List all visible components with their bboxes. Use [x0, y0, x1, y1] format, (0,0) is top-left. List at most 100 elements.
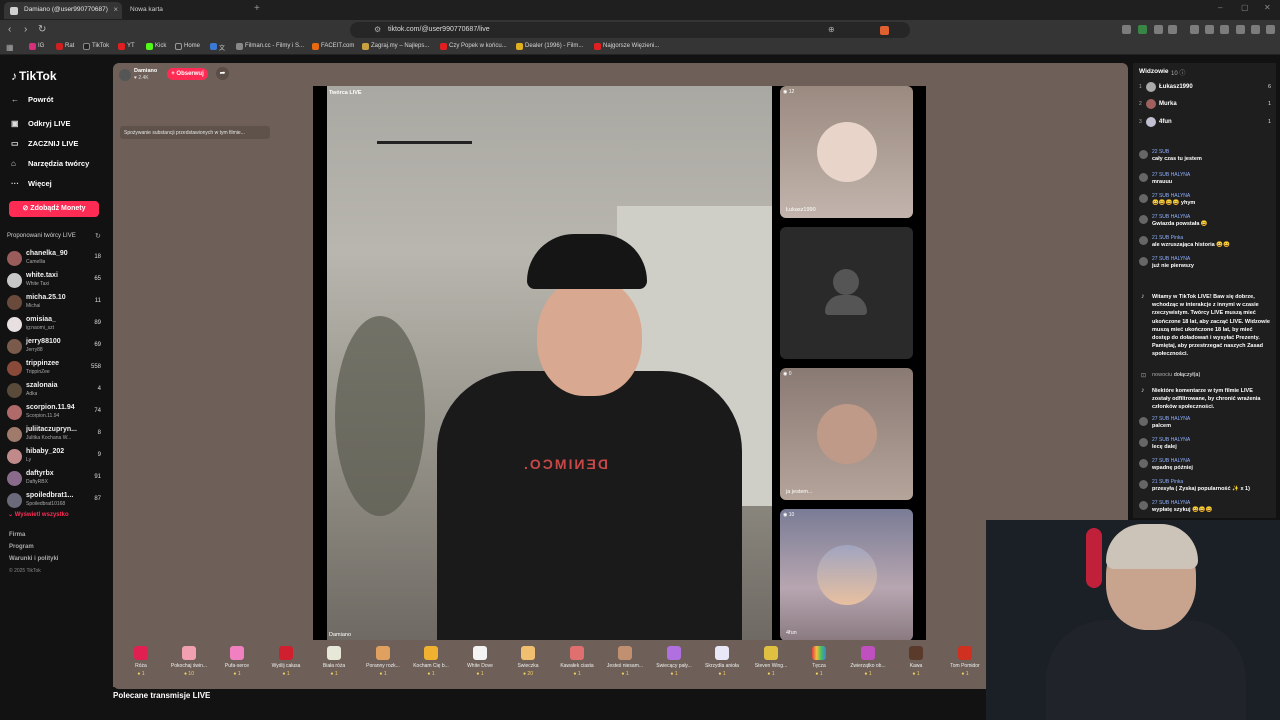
top-viewer-row[interactable]: 1 Łukasz1990 6: [1139, 81, 1271, 96]
gift-item[interactable]: Tęcza ● 1: [795, 644, 843, 677]
creator-item[interactable]: chanelka_90 Camellia 18: [7, 250, 105, 272]
gift-item[interactable]: Tom Pomidor ● 1: [941, 644, 989, 677]
maximize-icon[interactable]: ▢: [1241, 3, 1249, 12]
new-tab-icon[interactable]: +: [254, 3, 260, 14]
tab-new[interactable]: Nowa karta: [124, 2, 244, 19]
reload-icon[interactable]: ↻: [38, 24, 46, 35]
bookmark-item[interactable]: Czy Popek w końcu...: [440, 43, 507, 50]
creator-item[interactable]: trippinzee TrippinZee 558: [7, 360, 105, 382]
site-info-icon[interactable]: ⚙: [374, 25, 381, 34]
extension-icon[interactable]: [1154, 25, 1163, 34]
creator-item[interactable]: jerry88100 Jerry88 69: [7, 338, 105, 360]
creator-item[interactable]: hibaby_202 Ly 9: [7, 448, 105, 470]
bookmark-item[interactable]: Kick: [146, 43, 166, 50]
bookmark-item[interactable]: Najgorsze Więzieni...: [594, 43, 659, 50]
top-viewer-row[interactable]: 2 Murka 1: [1139, 98, 1271, 113]
bookmark-item[interactable]: Filman.cc - Filmy i S...: [236, 43, 304, 50]
footer-link-terms[interactable]: Warunki i polityki: [9, 556, 58, 562]
gift-item[interactable]: Steven Wing... ● 1: [747, 644, 795, 677]
gift-item[interactable]: Wyślij całusa ● 1: [262, 644, 310, 677]
chat-message[interactable]: 27 SUB HALYNA wypłatę szykuj 😄😄😄: [1139, 500, 1274, 518]
extension-icon[interactable]: [1138, 25, 1147, 34]
creator-item[interactable]: szalonaia Adka 4: [7, 382, 105, 404]
video-player[interactable]: DENIMCO. Twórca LIVE Damiano ◉ 12 Łukasz…: [313, 86, 926, 642]
creator-item[interactable]: white.taxi White Taxi 65: [7, 272, 105, 294]
gift-item[interactable]: Kawałek ciasta ● 1: [553, 644, 601, 677]
bookmark-item[interactable]: IG: [29, 43, 44, 50]
chat-message[interactable]: 21 SUB Pinka przesyła ( Zyskaj popularnoś…: [1139, 479, 1274, 499]
downloads-icon[interactable]: [1220, 25, 1229, 34]
guest-slot[interactable]: ◉ 0 ja jestem...: [780, 368, 913, 500]
footer-link-company[interactable]: Firma: [9, 532, 25, 538]
sidebar-item-back[interactable]: ← Powrót: [11, 95, 53, 104]
vpn-icon[interactable]: [1251, 25, 1260, 34]
guest-slot[interactable]: ◉ 10 4fun: [780, 509, 913, 641]
bookmark-item[interactable]: FACEIT.com: [312, 43, 354, 50]
follow-button[interactable]: + Obserwuj: [167, 68, 208, 80]
sidebar-item-discover-live[interactable]: ▣ Odkryj LIVE: [11, 119, 71, 128]
gift-item[interactable]: Jesteś niesam... ● 1: [601, 644, 649, 677]
bookmark-item[interactable]: Dealer (1996) - Film...: [516, 43, 583, 50]
chat-message[interactable]: 27 SUB HALYNA wpadnę później: [1139, 458, 1274, 478]
share-icon[interactable]: ➦: [216, 67, 229, 80]
gift-item[interactable]: Pokochaj świn... ● 10: [165, 644, 213, 677]
chat-message[interactable]: 27 SUB HALYNA 😄😄😄😄 yhym: [1139, 193, 1274, 213]
viewers-title[interactable]: Widzowie: [1139, 68, 1169, 75]
gift-item[interactable]: Kawa ● 1: [892, 644, 940, 677]
wallet-icon[interactable]: [1236, 25, 1245, 34]
creator-item[interactable]: micha.25.10 Michał 11: [7, 294, 105, 316]
chat-message[interactable]: 22 SUB cały czas tu jestem: [1139, 149, 1274, 169]
bookmark-item[interactable]: Rat: [56, 43, 74, 50]
bookmark-item[interactable]: 文: [210, 43, 225, 52]
extension-icon[interactable]: [1168, 25, 1177, 34]
close-window-icon[interactable]: ✕: [1264, 3, 1271, 12]
close-tab-icon[interactable]: ×: [113, 5, 118, 14]
gift-item[interactable]: Kocham Cię b... ● 1: [407, 644, 455, 677]
chat-message[interactable]: 21 SUB Pinka ale wzruszająca historia 😄😄: [1139, 235, 1274, 255]
forward-icon[interactable]: ›: [24, 24, 27, 35]
back-icon[interactable]: ‹: [8, 24, 11, 35]
bookmark-item[interactable]: Home: [175, 43, 200, 50]
refresh-icon[interactable]: ↻: [95, 232, 101, 240]
gift-item[interactable]: Skrzydła anioła ● 1: [698, 644, 746, 677]
gift-item[interactable]: Biała róża ● 1: [310, 644, 358, 677]
gift-item[interactable]: Świecący pały... ● 1: [650, 644, 698, 677]
tab-active[interactable]: Damiano (@user990770687) ×: [4, 2, 122, 19]
gift-item[interactable]: Zwierzątko ob... ● 1: [844, 644, 892, 677]
gift-item[interactable]: Róża ● 1: [117, 644, 165, 677]
gift-item[interactable]: Pufa-serce ● 1: [213, 644, 261, 677]
chat-message[interactable]: 27 SUB HALYNA już nie pierwszy: [1139, 256, 1274, 276]
top-viewer-row[interactable]: 3 4fun 1: [1139, 116, 1271, 131]
extension-icon[interactable]: [1122, 25, 1131, 34]
brave-shield-icon[interactable]: [880, 26, 889, 35]
bookmark-item[interactable]: TikTok: [83, 43, 109, 50]
footer-link-program[interactable]: Program: [9, 544, 34, 550]
media-icon[interactable]: [1190, 25, 1199, 34]
sidebar-item-creator-tools[interactable]: ⌂ Narzędzia twórcy: [11, 159, 89, 168]
gift-item[interactable]: Poranny rozk... ● 1: [359, 644, 407, 677]
sidebar-item-more[interactable]: ··· Więcej: [11, 179, 52, 188]
guest-slot[interactable]: ◉ 12 Łukasz1990: [780, 86, 913, 218]
apps-grid-icon[interactable]: ▦: [6, 43, 14, 52]
sidebar-icon[interactable]: [1205, 25, 1214, 34]
chat-message[interactable]: 27 SUB HALYNA palcem: [1139, 416, 1274, 436]
gift-item[interactable]: White Dove ● 1: [456, 644, 504, 677]
minimize-icon[interactable]: –: [1218, 3, 1222, 12]
chat-message[interactable]: 27 SUB HALYNA Gwiazda powstała 😄: [1139, 214, 1274, 234]
menu-icon[interactable]: [1266, 25, 1275, 34]
show-all-link[interactable]: ⌄ Wyświetl wszystko: [8, 511, 69, 518]
zoom-icon[interactable]: ⊕: [828, 25, 835, 34]
tiktok-logo[interactable]: ♪ TikTok: [11, 69, 57, 83]
creator-item[interactable]: omisiaa_ ig:naomi_szt 89: [7, 316, 105, 338]
creator-item[interactable]: juliitaczupryn... Julitka Kochana W... 8: [7, 426, 105, 448]
bookmark-item[interactable]: YT: [118, 43, 135, 50]
url-field[interactable]: ⚙ tiktok.com/@user990770687/live ⊕: [350, 22, 910, 38]
sidebar-item-start-live[interactable]: ▭ ZACZNIJ LIVE: [11, 139, 78, 148]
chat-message[interactable]: 27 SUB HALYNA mrauuu: [1139, 172, 1274, 192]
creator-item[interactable]: daftyrbx DaftyRBX 91: [7, 470, 105, 492]
creator-item[interactable]: scorpion.11.94 Scorpion.11.94 74: [7, 404, 105, 426]
get-coins-button[interactable]: ⊘ Zdobądź Monety: [9, 201, 99, 217]
bookmark-item[interactable]: Zagraj.my – Najleps...: [362, 43, 429, 50]
gift-item[interactable]: Świeczka ● 20: [504, 644, 552, 677]
guest-slot-empty[interactable]: [780, 227, 913, 359]
